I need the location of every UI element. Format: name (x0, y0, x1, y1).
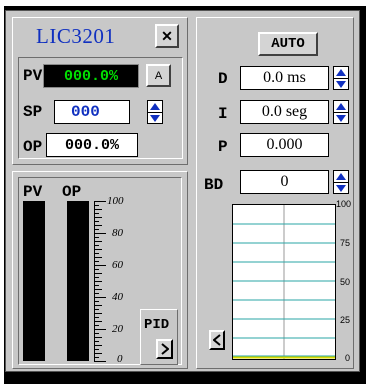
pid-label: PID (144, 317, 170, 333)
op-bar (67, 201, 89, 361)
scale-tick (94, 229, 99, 230)
tlabel-0: 0 (117, 353, 123, 365)
scale-tick (94, 217, 102, 218)
scale-tick (94, 325, 99, 326)
trend-label-100: 100 (336, 199, 352, 209)
bd-spinner[interactable] (333, 170, 349, 194)
scale-tick (94, 313, 102, 314)
scale-tick (94, 209, 102, 210)
mode-button-label: A (154, 69, 163, 82)
d-spin-up-icon[interactable] (334, 67, 348, 78)
pv-label: PV (23, 67, 43, 85)
scale-tick (94, 301, 99, 302)
trend-label-50: 50 (340, 277, 351, 287)
bar-pv-label: PV (23, 183, 43, 201)
i-spin-down-icon[interactable] (334, 113, 348, 124)
trend-label-0: 0 (345, 353, 351, 363)
pv-bar (23, 201, 45, 361)
tlabel-40: 40 (112, 291, 123, 303)
scale-tick (94, 289, 102, 290)
bd-input[interactable]: 0 (240, 170, 329, 194)
scale-tick (94, 361, 106, 362)
trend-back-button[interactable] (209, 330, 225, 350)
tlabel-60: 60 (112, 259, 123, 271)
scale-tick (94, 281, 102, 282)
scale-tick (94, 357, 99, 358)
op-label: OP (23, 138, 43, 156)
controller-tag: LIC3201 (36, 24, 116, 48)
scale-tick (94, 221, 99, 222)
d-spin-down-icon[interactable] (334, 79, 348, 90)
scale-tick (94, 349, 99, 350)
bd-spin-down-icon[interactable] (334, 183, 348, 194)
i-spinner[interactable] (333, 100, 349, 124)
scale-tick (94, 273, 102, 274)
op-value: 000.0% (46, 133, 138, 157)
scale-tick (94, 269, 99, 270)
d-spinner[interactable] (333, 66, 349, 90)
scale-tick (94, 341, 99, 342)
chevron-left-icon (213, 334, 221, 346)
i-label: I (218, 105, 228, 123)
scale-tick (94, 265, 106, 266)
close-button[interactable]: ✕ (155, 24, 179, 48)
bar-op-label: OP (62, 183, 82, 201)
scale-tick (94, 329, 106, 330)
mode-button[interactable]: A (146, 64, 171, 87)
scale-tick (94, 241, 102, 242)
scale-tick (94, 321, 102, 322)
tlabel-100: 100 (107, 195, 124, 207)
auto-button-label: AUTO (271, 36, 305, 52)
sp-spin-down-icon[interactable] (148, 113, 162, 124)
scale-tick (94, 245, 99, 246)
p-input[interactable]: 0.000 (240, 133, 329, 157)
i-input[interactable]: 0.0 seg (240, 100, 329, 124)
scale-tick (94, 333, 99, 334)
scale-tick (94, 297, 106, 298)
bd-spin-up-icon[interactable] (334, 171, 348, 182)
trend-chart (232, 204, 336, 360)
sp-spinner[interactable] (147, 100, 163, 124)
scale-tick (94, 201, 106, 202)
scale-tick (94, 257, 102, 258)
auto-button[interactable]: AUTO (258, 32, 318, 56)
scale-tick (94, 337, 102, 338)
sp-spin-up-icon[interactable] (148, 101, 162, 112)
scale-tick (94, 293, 99, 294)
scale-tick (94, 285, 99, 286)
scale-tick (94, 309, 99, 310)
pv-value: 000.0% (43, 64, 139, 88)
sp-input[interactable]: 000 (54, 100, 130, 124)
sp-label: SP (23, 103, 43, 121)
tlabel-20: 20 (112, 323, 123, 335)
chevron-right-icon (160, 343, 169, 355)
scale-tick (94, 205, 99, 206)
bd-label: BD (204, 176, 224, 194)
scale-tick (94, 317, 99, 318)
faceplate-panel: LIC3201 ✕ PV 000.0% A SP 000 OP 000.0% P… (5, 10, 360, 372)
d-label: D (218, 70, 228, 88)
i-spin-up-icon[interactable] (334, 101, 348, 112)
scale-tick (94, 345, 102, 346)
scale-tick (94, 277, 99, 278)
pid-expand-button[interactable] (156, 339, 173, 359)
scale-tick (94, 233, 106, 234)
d-input[interactable]: 0.0 ms (240, 66, 329, 90)
scale-tick (94, 225, 102, 226)
scale-tick (94, 353, 102, 354)
scale-tick (94, 213, 99, 214)
scale-tick (94, 261, 99, 262)
trend-label-25: 25 (340, 315, 351, 325)
scale-tick (94, 253, 99, 254)
p-label: P (218, 138, 228, 156)
close-icon: ✕ (161, 27, 173, 44)
tlabel-80: 80 (112, 227, 123, 239)
scale-tick (94, 237, 99, 238)
scale-tick (94, 249, 102, 250)
scale-tick (94, 305, 102, 306)
trend-label-75: 75 (340, 238, 351, 248)
